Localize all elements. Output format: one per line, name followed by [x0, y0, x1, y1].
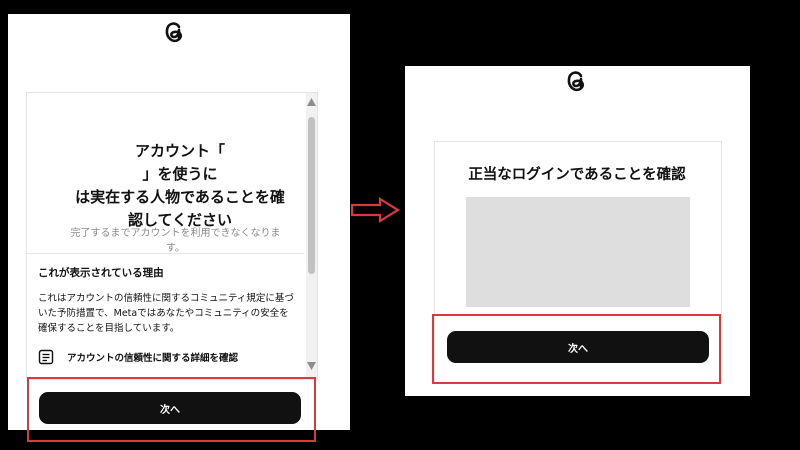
verification-card: アカウント「 」を使うに は実在する人物であることを確 認してください 完了するま…	[26, 92, 318, 380]
left-next-highlight	[27, 377, 316, 442]
threads-logo-icon	[567, 71, 585, 92]
document-icon	[38, 349, 54, 365]
scroll-down-arrow-icon[interactable]	[307, 362, 316, 370]
threads-logo-icon	[165, 22, 183, 43]
right-next-highlight	[432, 314, 721, 384]
verification-subtitle: 完了するまでアカウントを利用できなくなりま す。	[70, 228, 281, 254]
captcha-placeholder	[466, 197, 690, 307]
scrollbar[interactable]	[306, 93, 317, 379]
reason-heading: これが表示されている理由	[38, 267, 164, 279]
scrollbar-thumb[interactable]	[308, 117, 315, 274]
divider	[27, 253, 304, 254]
details-link[interactable]: アカウントの信頼性に関する詳細を確認	[67, 350, 238, 364]
login-confirm-title: 正当なログインであることを確認	[468, 167, 686, 183]
verification-title: アカウント「 」を使うに は実在する人物であることを確 認してください	[75, 142, 285, 229]
left-login-screen: アカウント「 」を使うに は実在する人物であることを確 認してください 完了するま…	[8, 14, 350, 430]
arrow-right-icon	[350, 197, 401, 223]
scroll-up-arrow-icon[interactable]	[307, 98, 316, 106]
details-link-row[interactable]: アカウントの信頼性に関する詳細を確認	[38, 348, 238, 366]
reason-text: これはアカウントの信頼性に関するコミュニティ規定に基づ いた予防措置で、Meta…	[38, 293, 294, 334]
